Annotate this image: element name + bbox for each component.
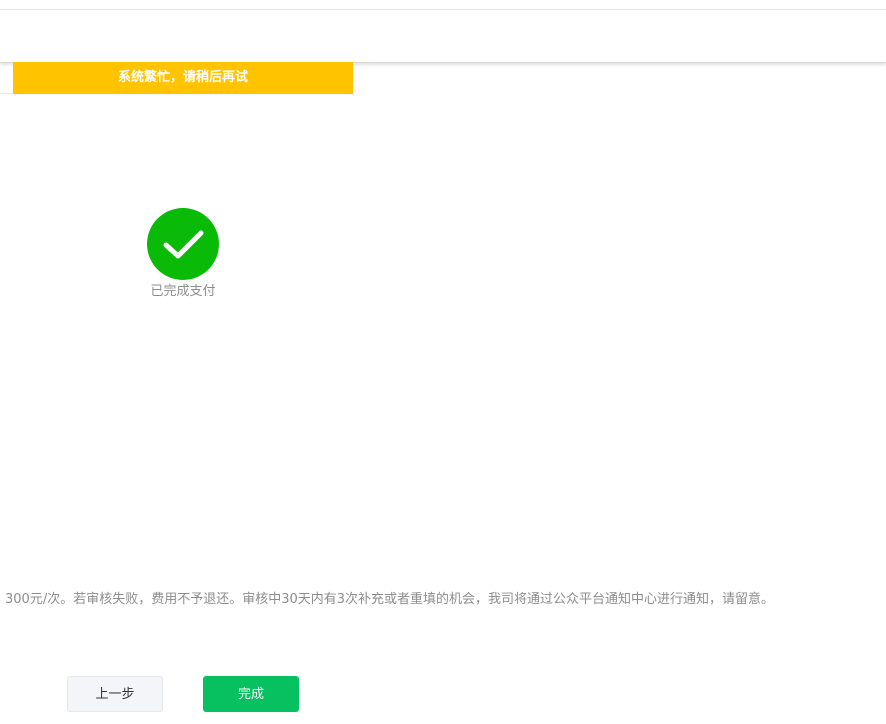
previous-step-button[interactable]: 上一步 (67, 676, 163, 712)
payment-status-label: 已完成支付 (150, 284, 216, 299)
payment-complete-page: 系统繁忙，请稍后再试 已完成支付 ，300元/次。若审核失败，费用不予退还。审核… (0, 0, 886, 724)
success-checkmark-icon (147, 208, 219, 280)
header-panel (0, 10, 886, 63)
finish-button[interactable]: 完成 (203, 676, 299, 712)
review-notice: ，300元/次。若审核失败，费用不予退还。审核中30天内有3次补充或者重填的机会… (0, 592, 775, 607)
tab-edge (0, 62, 13, 94)
warning-banner: 系统繁忙，请稍后再试 (13, 62, 353, 94)
checkmark-icon (163, 230, 204, 259)
